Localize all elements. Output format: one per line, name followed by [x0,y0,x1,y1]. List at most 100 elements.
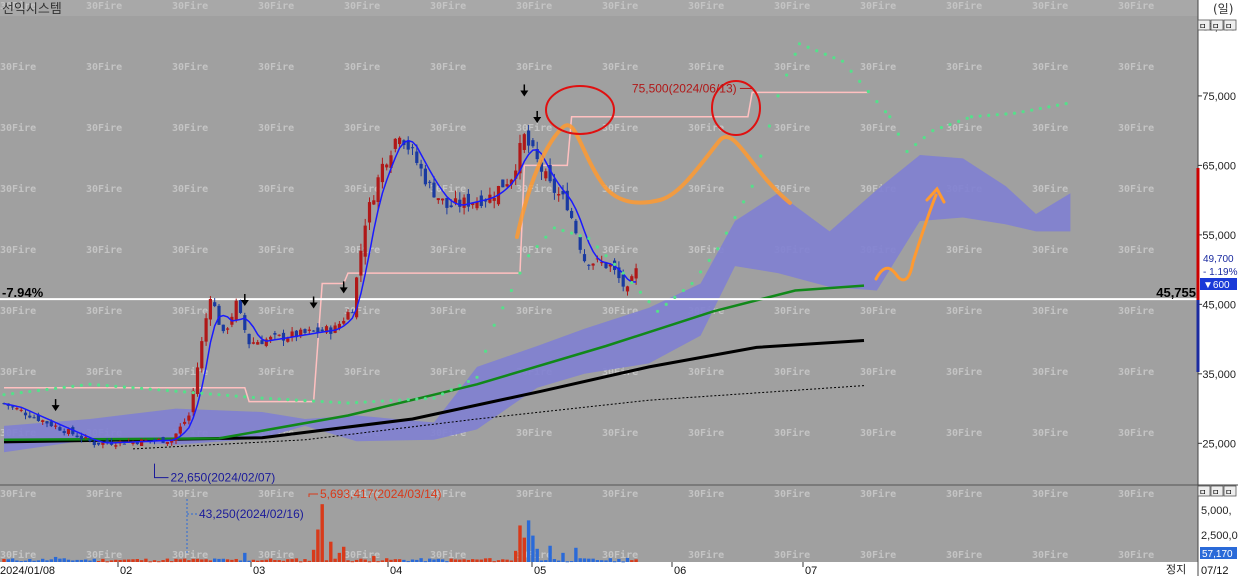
sar-dot [733,215,737,220]
candle-body [582,254,587,262]
x-tick-label: 02 [120,565,132,576]
volume-bar [466,559,471,562]
watermark-text: 30Fire [344,0,380,12]
sar-dot [441,392,445,396]
volume-bar [105,561,109,563]
watermark-text: 30Fire [258,244,294,256]
current-price: 49,700 [1203,254,1234,265]
volume-bar [363,559,367,562]
watermark-text: 30Fire [430,244,466,256]
sar-dot [1064,102,1068,106]
candle-body [243,315,247,330]
candle-body [238,300,243,313]
candle-body [634,268,638,279]
watermark-text: 30Fire [86,61,122,73]
volume-bar [505,559,509,562]
sar-dot [28,389,32,394]
volume-bar [582,558,587,562]
volume-bar [552,559,557,562]
volume-bar [440,559,445,562]
volume-bar [114,559,118,562]
watermark-text: 30Fire [1032,0,1068,12]
candle-body [49,421,53,427]
volume-bar [92,558,96,562]
watermark-text: 30Fire [1118,488,1154,500]
volume-bar [195,558,200,562]
sar-dot [1021,110,1025,114]
sar-dot [664,302,668,306]
volume-bar [66,559,71,562]
volume-bar [462,559,466,562]
watermark-text: 30Fire [430,61,466,73]
volume-bar [574,547,578,562]
candle-body [54,425,58,427]
candle-body [458,199,462,207]
sar-dot [320,399,324,404]
volume-bar [617,558,621,562]
volume-bar [561,552,565,562]
volume-bar [333,558,337,562]
sar-dot [875,99,879,104]
sar-dot [475,375,479,379]
candle-body [204,318,208,342]
sar-dot [797,42,802,46]
watermark-text: 30Fire [344,183,380,195]
watermark-text: 30Fire [344,122,380,134]
sar-dot [724,231,729,235]
watermark-text: 30Fire [430,0,466,12]
candle-body [492,197,496,201]
sar-dot [638,290,643,294]
watermark-text: 30Fire [860,366,896,378]
price-tick-label: 55,000 [1202,230,1236,242]
sar-dot [552,226,557,230]
volume-bar [531,535,535,562]
candle-body [591,263,595,266]
watermark-text: 30Fire [516,183,552,195]
watermark-text: 30Fire [860,122,896,134]
candle-body [28,415,32,418]
watermark-text: 30Fire [86,183,122,195]
watermark-text: 30Fire [1032,427,1068,439]
candle-body [208,298,212,320]
sar-dot [88,382,92,386]
volume-bar [157,561,161,563]
sar-dot [785,73,789,77]
candle-body [79,435,83,440]
sar-dot [423,397,427,401]
panel-buttons-volume[interactable]: ㅁ ㅁ ㅁ [1197,485,1237,497]
volume-max-annotation: 5,693,417(2024/03/14) [308,487,441,501]
x-tick-label: 07 [805,565,817,576]
sar-dot [97,383,101,387]
volume-min-label: 43,250(2024/02/16) [199,507,304,521]
volume-bar [518,525,522,562]
sar-dot [217,393,221,397]
sar-dot [793,52,797,56]
sar-dot [587,236,591,240]
candle-body [281,332,286,341]
chart-canvas[interactable]: 30Fire 30Fire 30Fire 30Fire 30Fire 30Fire 30Fi… [0,0,1238,576]
sar-dot [561,228,565,233]
sar-dot [226,393,230,397]
volume-bar [509,560,514,562]
volume-bar [492,561,496,563]
sar-dot [191,390,195,395]
volume-bar [281,560,286,562]
sar-dot [673,295,677,299]
watermark-text: 30Fire [0,366,36,378]
volume-bar [71,560,75,562]
sar-dot [969,115,974,119]
volume-bar [410,559,415,562]
watermark-text: 30Fire [860,427,896,439]
volume-bar [32,560,36,562]
volume-bar [191,558,195,562]
candle-body [135,442,139,445]
sar-dot [294,398,298,402]
volume-bar [397,559,402,562]
volume-bar [96,561,101,563]
price-tick-label: 25,000 [1202,438,1236,450]
volume-bar [479,559,483,562]
panel-buttons-top[interactable]: ㅁ ㅁ ㅁ [1197,19,1237,31]
volume-bar [423,561,428,563]
status-label: 정지 [1166,563,1186,576]
volume-bar [28,558,32,562]
